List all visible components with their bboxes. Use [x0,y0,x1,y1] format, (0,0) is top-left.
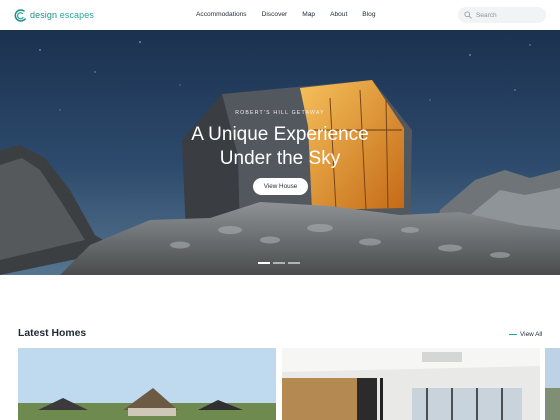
slider-dot-2[interactable] [273,262,285,264]
hero-title-line-2: Under the Sky [219,148,341,169]
nav-about[interactable]: About [330,10,347,20]
view-all-label: View All [520,331,543,338]
home-card-2[interactable] [282,348,540,420]
hero-title: A Unique Experience Under the Sky [0,123,560,171]
latest-homes-title: Latest Homes [18,328,87,339]
view-all-link[interactable]: View All [509,330,542,339]
home-card-1[interactable] [18,348,276,420]
site-header: design escapes Accommodations Discover M… [0,0,560,30]
slider-dot-1[interactable] [258,262,270,264]
hero-kicker: ROBERT'S HILL GETAWAY [235,110,325,116]
home-card-3[interactable] [545,348,560,420]
slider-dot-3[interactable] [288,262,300,264]
nav-discover[interactable]: Discover [262,10,288,20]
search-input[interactable] [476,11,542,19]
slider-pagination [258,262,300,264]
nav-accommodations[interactable]: Accommodations [196,10,247,20]
logo-mark-icon [14,8,26,22]
home-card-3-image [545,348,560,420]
search-icon [464,11,472,19]
home-card-1-image [18,348,276,420]
logo[interactable]: design escapes [14,8,94,22]
nav-blog[interactable]: Blog [362,10,375,20]
search-box[interactable] [458,7,546,23]
main-nav: Accommodations Discover Map About Blog [196,10,376,20]
view-all-line [509,333,517,336]
logo-text: design escapes [30,9,94,20]
view-house-button[interactable]: View House [253,178,308,195]
hero-slider: ROBERT'S HILL GETAWAY A Unique Experienc… [0,30,560,275]
home-card-2-image [282,348,540,420]
hero-title-line-1: A Unique Experience [191,124,369,145]
nav-map[interactable]: Map [302,10,315,20]
